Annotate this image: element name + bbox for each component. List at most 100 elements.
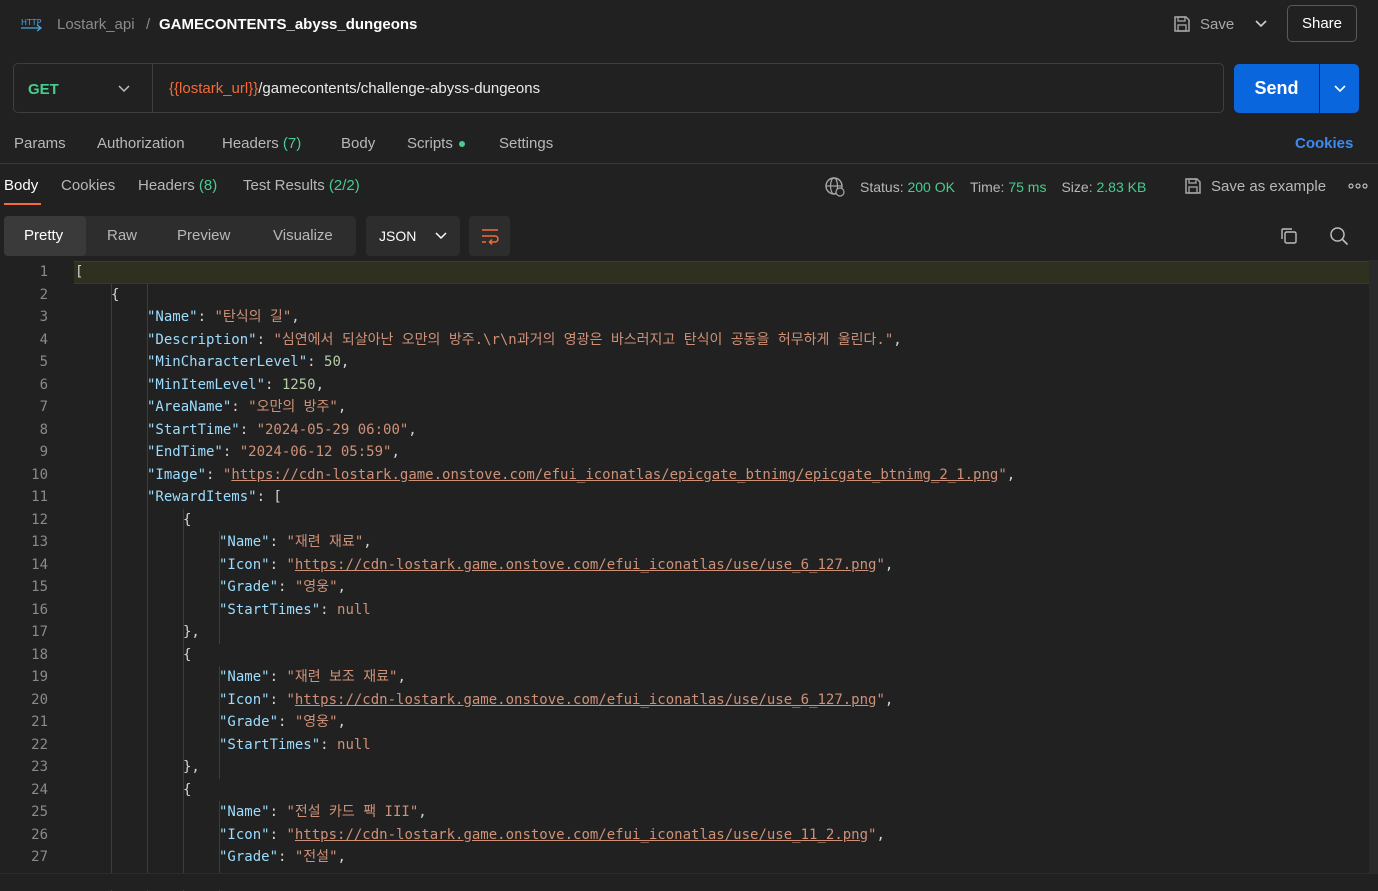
code-line: 4"Description": "심연에서 되살아난 오만의 방주.\r\n과거…: [0, 329, 1360, 352]
line-number: 25: [0, 801, 48, 824]
json-token: ,: [885, 692, 893, 708]
tab-body[interactable]: Body: [341, 135, 375, 152]
code-text: "AreaName": "오만의 방주",: [147, 396, 346, 419]
scrollbar[interactable]: [1369, 260, 1378, 873]
code-text: "StartTimes": null: [219, 599, 371, 622]
globe-icon[interactable]: [824, 176, 846, 198]
response-body-editor[interactable]: 1[2{3"Name": "탄식의 길",4"Description": "심연…: [0, 260, 1378, 889]
wrap-icon: [479, 225, 501, 247]
json-key: "Description": [147, 332, 257, 348]
save-button[interactable]: Save: [1172, 10, 1234, 38]
request-title[interactable]: GAMECONTENTS_abyss_dungeons: [159, 16, 417, 33]
copy-icon[interactable]: [1279, 226, 1299, 246]
response-headers-label: Headers: [138, 177, 195, 194]
view-pretty[interactable]: Pretty: [24, 227, 63, 244]
view-preview[interactable]: Preview: [177, 227, 230, 244]
chevron-down-icon[interactable]: [1250, 14, 1272, 34]
json-token: :: [240, 422, 257, 438]
tab-params[interactable]: Params: [14, 135, 66, 152]
line-number: 1: [0, 261, 48, 284]
line-number: 13: [0, 531, 48, 554]
status-value[interactable]: 200 OK: [907, 179, 954, 195]
http-icon: HTTP: [20, 14, 42, 34]
tab-authorization[interactable]: Authorization: [97, 135, 185, 152]
search-icon[interactable]: [1329, 226, 1349, 246]
view-raw[interactable]: Raw: [107, 227, 137, 244]
time-value[interactable]: 75 ms: [1008, 179, 1046, 195]
chevron-down-icon: [432, 227, 450, 245]
json-token: ,: [418, 804, 426, 820]
response-tab-tests[interactable]: Test Results (2/2): [243, 177, 360, 194]
json-token: :: [270, 827, 287, 843]
breadcrumb-collection[interactable]: Lostark_api: [57, 16, 135, 33]
cookies-link[interactable]: Cookies: [1295, 135, 1353, 152]
line-number: 14: [0, 554, 48, 577]
status-dot: [459, 141, 465, 147]
json-token: null: [337, 737, 371, 753]
json-token: ,: [1007, 467, 1015, 483]
json-key: "StartTime": [147, 422, 240, 438]
json-token: :: [270, 804, 287, 820]
send-options-button[interactable]: [1320, 64, 1359, 113]
line-number: 2: [0, 284, 48, 307]
code-line: 18{: [0, 644, 1360, 667]
response-tab-body[interactable]: Body: [4, 177, 38, 194]
code-line: 7 "AreaName": "오만의 방주",: [0, 396, 1360, 419]
code-line: 20"Icon": "https://cdn-lostark.game.onst…: [0, 689, 1360, 712]
tests-label: Test Results: [243, 177, 325, 194]
code-line: 9"EndTime": "2024-06-12 05:59",: [0, 441, 1360, 464]
json-token: :: [270, 557, 287, 573]
code-text: {: [183, 509, 191, 532]
json-token: ": [876, 692, 884, 708]
save-icon: [1172, 14, 1192, 34]
chevron-down-icon[interactable]: [115, 80, 133, 98]
code-text: },: [183, 756, 200, 779]
response-tab-cookies[interactable]: Cookies: [61, 177, 115, 194]
format-select[interactable]: JSON: [366, 216, 460, 256]
tab-headers[interactable]: Headers (7): [222, 135, 301, 152]
json-token: ,: [316, 377, 324, 393]
tab-settings[interactable]: Settings: [499, 135, 553, 152]
view-visualize[interactable]: Visualize: [273, 227, 333, 244]
tab-scripts-label: Scripts: [407, 135, 453, 152]
url-link[interactable]: https://cdn-lostark.game.onstove.com/efu…: [295, 557, 877, 573]
code-line: 27"Grade": "전설",: [0, 846, 1360, 869]
line-number: 3: [0, 306, 48, 329]
json-token: {: [111, 287, 119, 303]
url-input[interactable]: {{lostark_url}}/gamecontents/challenge-a…: [169, 80, 540, 97]
url-link[interactable]: https://cdn-lostark.game.onstove.com/efu…: [295, 692, 877, 708]
json-key: "MinCharacterLevel": [147, 354, 307, 370]
json-token: ,: [893, 332, 901, 348]
url-link[interactable]: https://cdn-lostark.game.onstove.com/efu…: [231, 467, 998, 483]
size-value[interactable]: 2.83 KB: [1096, 179, 1146, 195]
code-line: 22"StartTimes": null: [0, 734, 1360, 757]
method-select[interactable]: GET: [28, 81, 59, 98]
json-token: ": [286, 827, 294, 843]
code-line: 13"Name": "재련 재료",: [0, 531, 1360, 554]
url-link[interactable]: https://cdn-lostark.game.onstove.com/efu…: [295, 827, 868, 843]
line-number: 7: [0, 396, 48, 419]
save-as-example-button[interactable]: Save as example: [1183, 176, 1326, 196]
line-number: 8: [0, 419, 48, 442]
code-line: 15"Grade": "영웅",: [0, 576, 1360, 599]
json-key: "StartTimes": [219, 602, 320, 618]
line-number: 17: [0, 621, 48, 644]
json-token: ,: [397, 669, 405, 685]
share-button[interactable]: Share: [1287, 5, 1357, 42]
json-token: ": [998, 467, 1006, 483]
wrap-toggle-button[interactable]: [469, 216, 510, 256]
send-button[interactable]: Send: [1234, 64, 1319, 113]
response-tab-headers[interactable]: Headers (8): [138, 177, 217, 194]
line-number: 10: [0, 464, 48, 487]
json-key: "Grade": [219, 849, 278, 865]
json-key: "Grade": [219, 714, 278, 730]
json-token: "2024-05-29 06:00": [257, 422, 409, 438]
json-key: "Name": [147, 309, 198, 325]
more-icon[interactable]: [1348, 178, 1368, 194]
json-token: "2024-06-12 05:59": [240, 444, 392, 460]
line-number: 6: [0, 374, 48, 397]
code-text: "Icon": "https://cdn-lostark.game.onstov…: [219, 689, 893, 712]
tab-scripts[interactable]: Scripts: [407, 135, 465, 152]
status-label: Status:: [860, 179, 904, 195]
json-token: :: [270, 534, 287, 550]
